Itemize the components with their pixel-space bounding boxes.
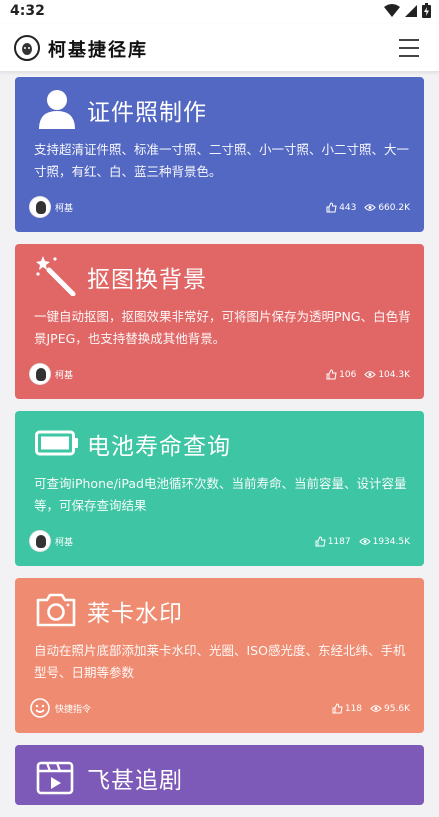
wifi-icon (384, 3, 400, 17)
battery-icon (35, 423, 79, 463)
status-time: 4:32 (10, 3, 45, 19)
eye-icon (364, 371, 377, 378)
author-name: 快捷指令 (55, 704, 92, 715)
card-description: 自动在照片底部添加莱卡水印、光圈、ISO感光度、东经北纬、手机型号、日期等参数 (34, 643, 406, 680)
shortcut-card[interactable]: 证件照制作 支持超清证件照、标准一寸照、二寸照、小一寸照、小二寸照、大一寸照，有… (15, 77, 424, 232)
thumbs-up-icon (315, 536, 326, 547)
views: 1934.5K (358, 536, 410, 547)
card-author: 快捷指令 (29, 697, 91, 719)
eye-icon (370, 705, 382, 712)
status-bar: 4:32 (0, 0, 439, 24)
likes-count: 443 (339, 202, 357, 213)
eye-icon (364, 204, 377, 211)
card-stats: 106 104.3K (326, 369, 410, 380)
signal-icon (405, 4, 417, 17)
card-author: 柯基 (29, 530, 73, 552)
views-count: 95.6K (384, 703, 410, 714)
views: 660.2K (364, 203, 410, 213)
card-title: 证件照制作 (87, 100, 207, 126)
app-header: 柯基捷径库 (0, 24, 439, 72)
shortcut-card[interactable]: 抠图换背景 一键自动抠图，抠图效果非常好，可将图片保存为透明PNG、白色背景JP… (15, 244, 424, 399)
shortcut-card[interactable]: 莱卡水印 自动在照片底部添加莱卡水印、光圈、ISO感光度、东经北纬、手机型号、日… (15, 578, 424, 733)
person-icon (35, 89, 79, 129)
likes: 443 (326, 202, 356, 213)
likes-count: 106 (339, 369, 357, 380)
thumbs-up-icon (326, 369, 337, 380)
card-title: 电池寿命查询 (87, 434, 231, 460)
card-author: 柯基 (29, 196, 73, 218)
views: 95.6K (370, 704, 410, 714)
card-description: 一键自动抠图，抠图效果非常好，可将图片保存为透明PNG、白色背景JPEG，也支持… (34, 309, 411, 346)
menu-icon (399, 39, 419, 41)
likes-count: 118 (344, 703, 363, 714)
likes: 106 (326, 369, 356, 380)
thumbs-up-icon (332, 703, 343, 714)
shortcut-card[interactable]: 飞甚追剧 (15, 745, 424, 805)
app-title: 柯基捷径库 (48, 40, 148, 61)
camera-icon (35, 590, 79, 630)
card-stats: 1187 1934.5K (315, 536, 410, 547)
smiley-icon (30, 698, 50, 718)
card-title: 莱卡水印 (87, 601, 183, 627)
author-name: 柯基 (55, 370, 74, 381)
card-title: 抠图换背景 (87, 267, 207, 293)
card-author: 柯基 (29, 363, 73, 385)
logo-icon (14, 35, 40, 61)
thumbs-up-icon (326, 202, 337, 213)
likes: 1187 (315, 536, 351, 547)
card-stats: 443 660.2K (326, 202, 410, 213)
video-icon (35, 757, 79, 797)
views-count: 1934.5K (372, 536, 410, 547)
card-description: 可查询iPhone/iPad电池循环次数、当前寿命、当前容量、设计容量等，可保存… (34, 476, 407, 513)
avatar (29, 363, 51, 385)
shortcut-list: 证件照制作 支持超清证件照、标准一寸照、二寸照、小一寸照、小二寸照、大一寸照，有… (15, 77, 424, 817)
menu-button[interactable] (399, 39, 419, 57)
views-count: 660.2K (378, 202, 410, 213)
magic-wand-icon (35, 256, 79, 297)
shortcut-card[interactable]: 电池寿命查询 可查询iPhone/iPad电池循环次数、当前寿命、当前容量、设计… (15, 411, 424, 566)
views: 104.3K (364, 370, 410, 380)
views-count: 104.3K (378, 369, 410, 380)
likes: 118 (332, 703, 362, 714)
card-stats: 118 95.6K (332, 703, 410, 714)
likes-count: 1187 (327, 536, 351, 547)
author-name: 柯基 (55, 203, 74, 214)
status-icons (384, 3, 431, 18)
eye-icon (358, 538, 371, 545)
author-name: 柯基 (55, 537, 74, 548)
avatar (29, 530, 51, 552)
card-title: 飞甚追剧 (87, 768, 183, 794)
battery-charging-icon (422, 3, 431, 18)
avatar (29, 196, 51, 218)
card-description: 支持超清证件照、标准一寸照、二寸照、小一寸照、小二寸照、大一寸照，有红、白、蓝三… (34, 142, 410, 179)
